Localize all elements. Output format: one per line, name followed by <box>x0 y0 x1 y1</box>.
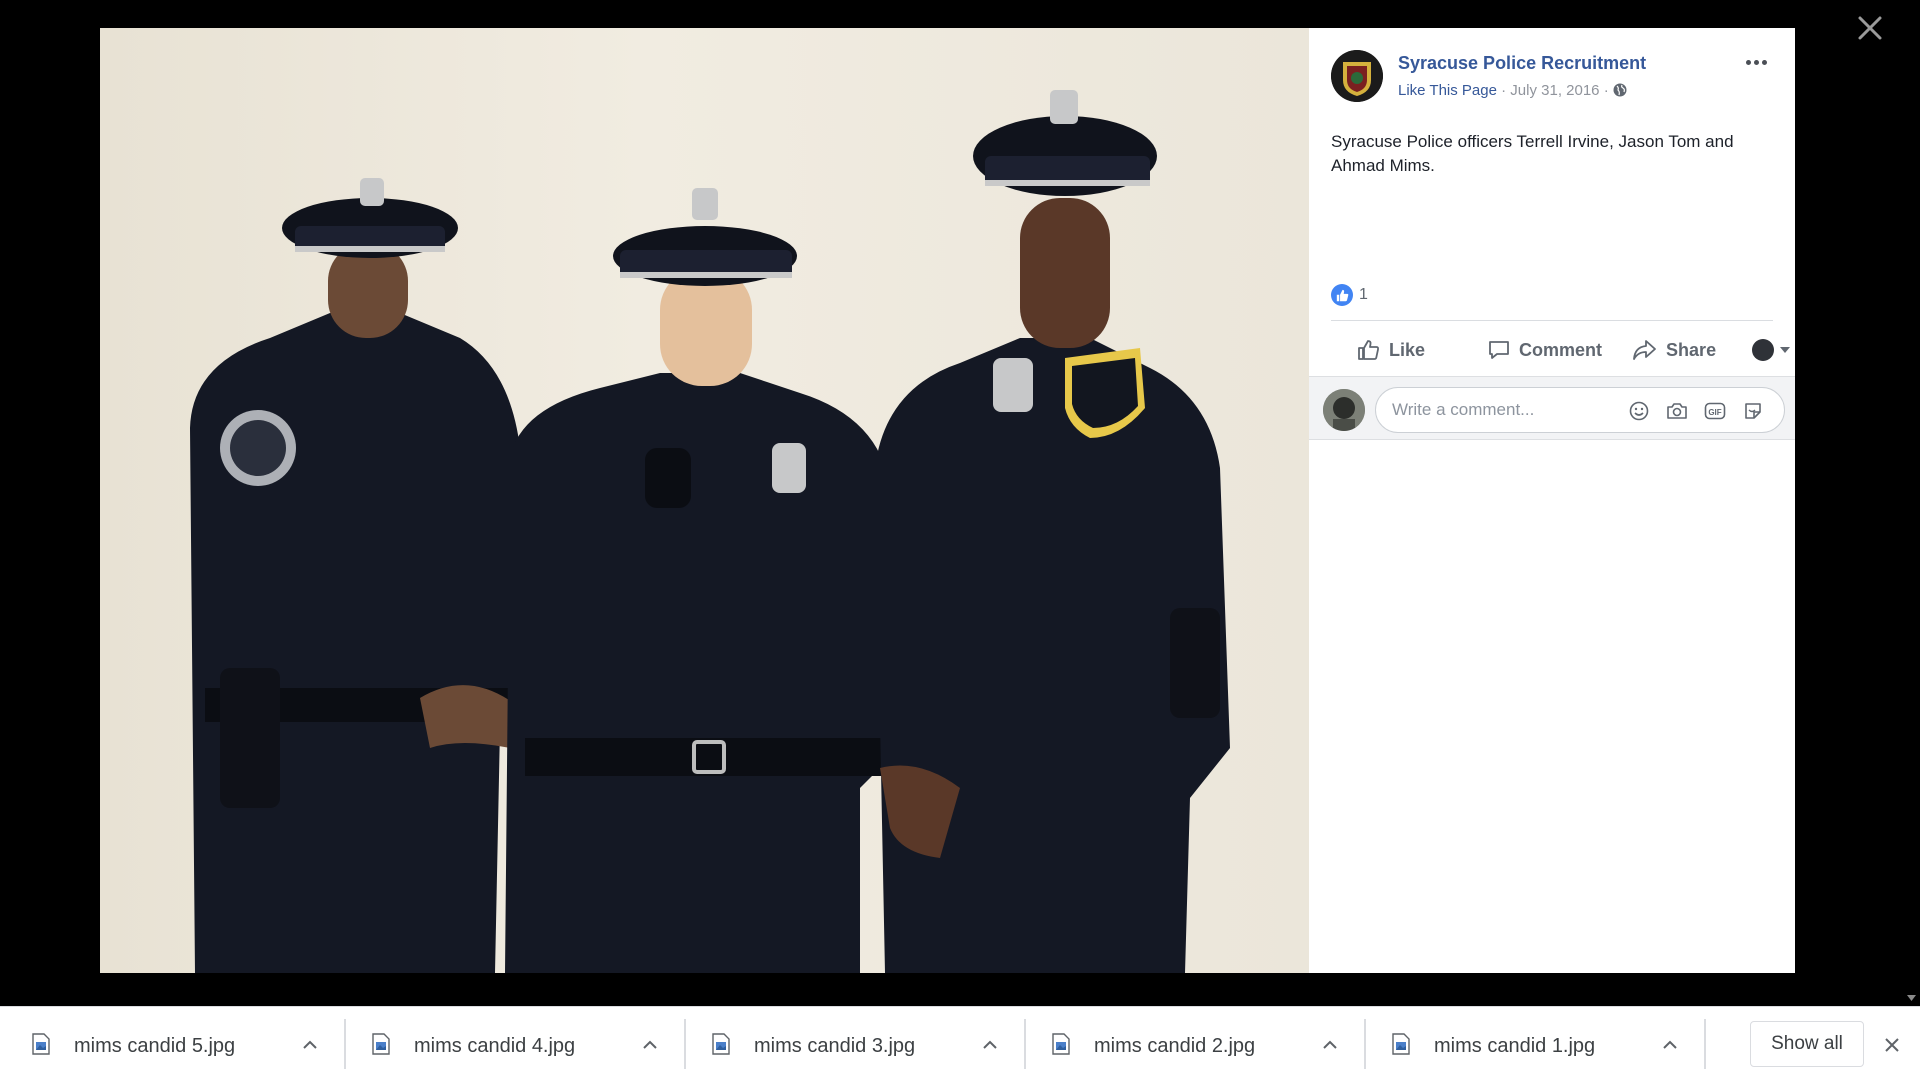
image-file-icon <box>712 1033 730 1055</box>
download-item[interactable]: mims candid 4.jpg <box>340 1007 680 1080</box>
officer-left-figure <box>190 178 540 973</box>
like-page-link[interactable]: Like This Page <box>1398 82 1497 99</box>
sticker-icon[interactable] <box>1740 398 1766 424</box>
like-label: Like <box>1389 339 1426 360</box>
download-item[interactable]: mims candid 5.jpg <box>0 1007 340 1080</box>
share-label: Share <box>1666 339 1717 360</box>
scroll-down-arrow-icon[interactable] <box>1907 993 1916 1002</box>
post-caption: Syracuse Police officers Terrell Irvine,… <box>1331 132 1734 175</box>
comment-button[interactable]: Comment <box>1487 338 1602 362</box>
download-file-name: mims candid 3.jpg <box>754 1035 916 1057</box>
officers-photo-illustration <box>190 90 1230 973</box>
like-reaction-icon <box>1331 284 1353 306</box>
image-file-icon <box>372 1033 390 1055</box>
post-date[interactable]: July 31, 2016 <box>1510 82 1599 99</box>
profile-photo <box>1323 389 1365 431</box>
share-button[interactable]: Share <box>1632 338 1716 362</box>
image-file-icon <box>1392 1033 1410 1055</box>
comment-icon <box>1489 341 1509 359</box>
image-file-icon <box>32 1033 50 1055</box>
comment-input[interactable] <box>1392 400 1612 420</box>
comment-label: Comment <box>1519 339 1603 360</box>
post-photo[interactable] <box>100 28 1309 973</box>
chevron-up-icon[interactable] <box>980 1035 1000 1055</box>
download-item[interactable]: mims candid 3.jpg <box>680 1007 1020 1080</box>
like-button[interactable]: Like <box>1357 338 1425 362</box>
chevron-up-icon[interactable] <box>640 1035 660 1055</box>
caret-down-icon <box>1780 347 1791 353</box>
close-icon <box>1858 16 1882 40</box>
meta-separator: · <box>1496 82 1511 99</box>
comment-as-selector[interactable] <box>1752 339 1791 361</box>
officer-right-figure <box>875 90 1230 973</box>
chevron-up-icon[interactable] <box>300 1035 320 1055</box>
dot <box>1761 59 1767 65</box>
page-name-link[interactable]: Syracuse Police Recruitment <box>1398 53 1646 74</box>
share-arrow-icon <box>1633 340 1656 360</box>
reaction-summary[interactable]: 1 <box>1331 284 1368 306</box>
comment-composer: GIF <box>1309 376 1795 440</box>
police-badge-icon <box>1331 50 1383 102</box>
divider <box>1331 320 1773 321</box>
dot <box>1745 59 1751 65</box>
officer-middle-figure <box>505 188 900 973</box>
globe-icon[interactable] <box>1613 83 1627 97</box>
photo-viewer: Syracuse Police Recruitment Like This Pa… <box>0 0 1920 1006</box>
meta-separator: · <box>1599 82 1613 99</box>
page-avatar[interactable] <box>1331 50 1383 102</box>
comment-tools: GIF <box>1626 398 1766 424</box>
close-download-bar-button[interactable] <box>1880 1033 1904 1057</box>
gif-icon[interactable]: GIF <box>1702 398 1728 424</box>
thumbs-up-icon <box>1358 340 1379 360</box>
reaction-count: 1 <box>1359 286 1368 303</box>
svg-text:GIF: GIF <box>1708 408 1721 417</box>
close-icon <box>1885 1038 1899 1052</box>
download-file-name: mims candid 5.jpg <box>74 1035 236 1057</box>
dot <box>1753 59 1759 65</box>
viewer-scrollbar[interactable] <box>1903 0 1920 1006</box>
post-actions: Like Comment Share <box>1331 332 1791 368</box>
download-item[interactable]: mims candid 2.jpg <box>1020 1007 1360 1080</box>
close-viewer-button[interactable] <box>1852 10 1888 46</box>
chevron-up-icon[interactable] <box>1660 1035 1680 1055</box>
download-file-name: mims candid 1.jpg <box>1434 1035 1596 1057</box>
camera-icon[interactable] <box>1664 398 1690 424</box>
post-options-button[interactable] <box>1741 52 1771 72</box>
download-item[interactable]: mims candid 1.jpg <box>1360 1007 1700 1080</box>
commenter-avatar[interactable] <box>1323 389 1365 431</box>
download-file-name: mims candid 4.jpg <box>414 1035 576 1057</box>
divider <box>1704 1019 1706 1069</box>
comment-box[interactable]: GIF <box>1375 387 1785 433</box>
show-all-downloads-button[interactable]: Show all <box>1750 1021 1864 1067</box>
profile-avatar-small <box>1752 339 1775 361</box>
image-file-icon <box>1052 1033 1070 1055</box>
download-bar: mims candid 5.jpg mims candid 4.jpg mims… <box>0 1006 1920 1080</box>
chevron-up-icon[interactable] <box>1320 1035 1340 1055</box>
post-side-panel: Syracuse Police Recruitment Like This Pa… <box>1309 28 1795 973</box>
emoji-icon[interactable] <box>1626 398 1652 424</box>
download-file-name: mims candid 2.jpg <box>1094 1035 1256 1057</box>
post-meta: Like This Page · July 31, 2016 · <box>1398 82 1627 99</box>
